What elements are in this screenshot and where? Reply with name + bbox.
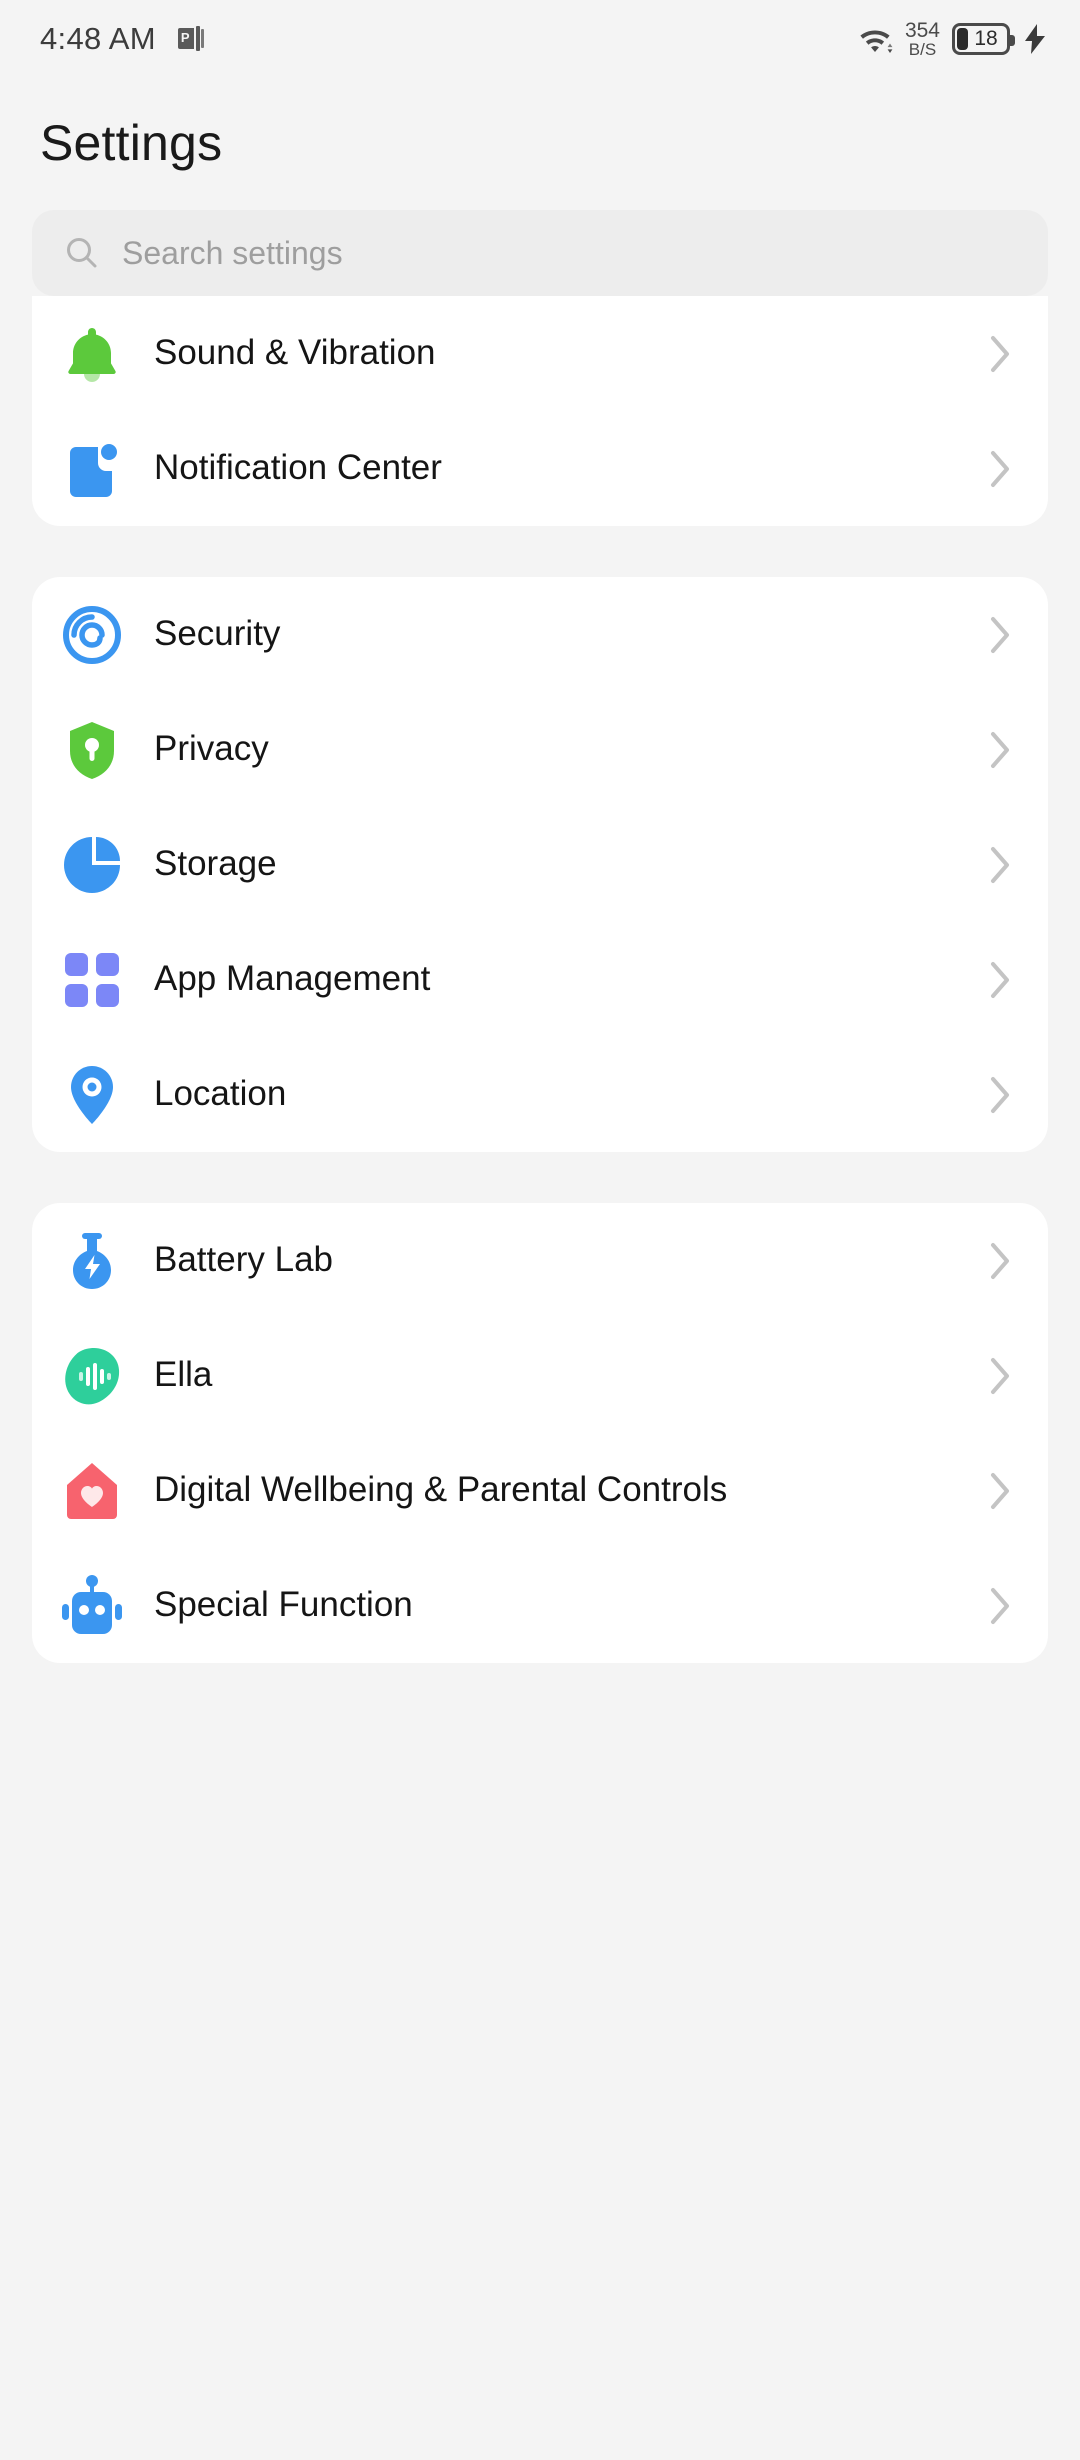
robot-icon	[60, 1574, 124, 1638]
settings-card: Security Privacy Storage App Management Loca…	[32, 577, 1048, 1152]
status-bar-left: 4:48 AM P	[40, 21, 204, 57]
search-placeholder: Search settings	[122, 234, 343, 271]
map-pin-icon	[60, 1063, 124, 1127]
network-speed-indicator: 354 B/S	[904, 18, 940, 60]
settings-row-label: Special Function	[154, 1585, 413, 1625]
grid-squares-icon	[60, 948, 124, 1012]
chevron-right-icon[interactable]	[988, 843, 1014, 887]
battery-level-text: 18	[974, 26, 998, 50]
status-bar-right: 354 B/S 18	[857, 18, 1046, 60]
chevron-right-icon[interactable]	[988, 1584, 1014, 1628]
charging-bolt-icon	[1024, 23, 1046, 54]
settings-row[interactable]: Privacy	[32, 692, 1048, 807]
settings-row-label: Ella	[154, 1355, 213, 1395]
chevron-right-icon[interactable]	[988, 958, 1014, 1002]
settings-row[interactable]: Digital Wellbeing & Parental Controls	[32, 1433, 1048, 1548]
settings-list: Sound & Vibration Notification Center Secu…	[0, 296, 1080, 1663]
chevron-right-icon[interactable]	[988, 1469, 1014, 1513]
pie-chart-icon	[60, 833, 124, 897]
network-speed-value: 354	[904, 18, 940, 42]
wifi-icon	[857, 24, 893, 54]
search-icon	[64, 235, 100, 271]
chevron-right-icon[interactable]	[988, 332, 1014, 376]
page-title: Settings	[40, 115, 223, 171]
status-bar-clock: 4:48 AM	[40, 21, 156, 56]
settings-row-label: Battery Lab	[154, 1240, 333, 1280]
flask-bolt-icon	[60, 1229, 124, 1293]
settings-row[interactable]: Battery Lab	[32, 1203, 1048, 1318]
settings-row-label: Location	[154, 1074, 287, 1114]
settings-row[interactable]: Ella	[32, 1318, 1048, 1433]
chevron-right-icon[interactable]	[988, 613, 1014, 657]
house-heart-icon	[60, 1459, 124, 1523]
settings-row[interactable]: App Management	[32, 922, 1048, 1037]
fingerprint-circle-icon	[60, 603, 124, 667]
settings-row-label: App Management	[154, 959, 431, 999]
settings-row[interactable]: Sound & Vibration	[32, 296, 1048, 411]
settings-row-label: Digital Wellbeing & Parental Controls	[154, 1470, 728, 1510]
search-bar-container: Search settings	[0, 172, 1080, 296]
app-notification-icon-glyph: P	[180, 30, 190, 45]
shield-key-icon	[60, 718, 124, 782]
status-bar: 4:48 AM P 354 B/S 18	[0, 0, 1080, 78]
settings-row-label: Storage	[154, 844, 277, 884]
chevron-right-icon[interactable]	[988, 1239, 1014, 1283]
chevron-right-icon[interactable]	[988, 1354, 1014, 1398]
settings-row-label: Sound & Vibration	[154, 333, 436, 373]
chevron-right-icon[interactable]	[988, 728, 1014, 772]
voice-wave-icon	[60, 1344, 124, 1408]
settings-card: Sound & Vibration Notification Center	[32, 296, 1048, 526]
settings-row[interactable]: Special Function	[32, 1548, 1048, 1663]
battery-icon: 18	[952, 22, 1015, 55]
settings-card: Battery Lab Ella Digital Wellbeing & Paren…	[32, 1203, 1048, 1663]
network-speed-unit: B/S	[908, 40, 937, 60]
notification-badge-icon	[60, 437, 124, 501]
bell-icon	[60, 322, 124, 386]
settings-row-label: Security	[154, 614, 281, 654]
chevron-right-icon[interactable]	[988, 1073, 1014, 1117]
chevron-right-icon[interactable]	[988, 447, 1014, 491]
app-notification-icon: P	[177, 26, 204, 52]
search-input[interactable]: Search settings	[32, 210, 1048, 296]
settings-row[interactable]: Notification Center	[32, 411, 1048, 526]
settings-row-label: Notification Center	[154, 448, 442, 488]
settings-row[interactable]: Storage	[32, 807, 1048, 922]
settings-row[interactable]: Location	[32, 1037, 1048, 1152]
settings-row-label: Privacy	[154, 729, 269, 769]
settings-row[interactable]: Security	[32, 577, 1048, 692]
